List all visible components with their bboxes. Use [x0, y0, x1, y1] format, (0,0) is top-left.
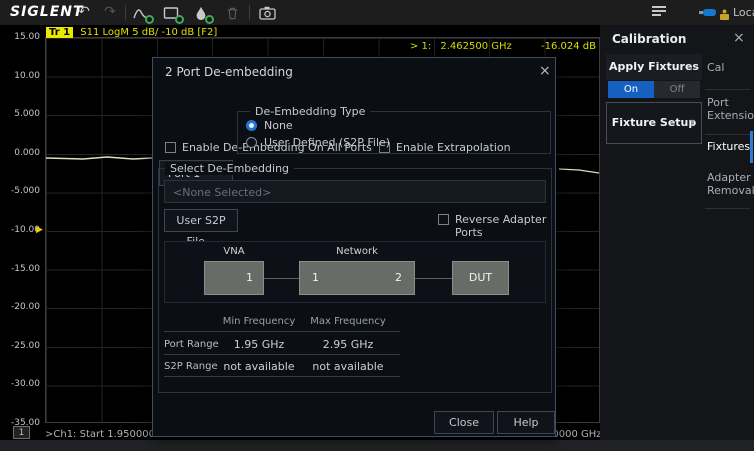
marker-drop-icon[interactable]: [190, 3, 212, 22]
sidebar-close-icon[interactable]: ×: [733, 30, 745, 46]
chevron-down-icon: ▾: [690, 103, 695, 143]
table-row-label: Port Range: [164, 339, 219, 350]
apply-fixtures-label: Apply Fixtures: [606, 54, 702, 80]
y-axis-label: -5.000: [2, 186, 40, 196]
type-user-defined-radio[interactable]: [246, 137, 257, 148]
system-menu-icon[interactable]: [652, 6, 666, 18]
network-port-2: 2: [395, 262, 402, 294]
table-cell: not available: [303, 360, 393, 373]
select-group-label: Select De-Embedding: [165, 162, 294, 175]
window-badge-icon: [175, 15, 184, 24]
y-axis-label: 15.00: [2, 32, 40, 42]
de-embedding-file-value: <None Selected>: [173, 186, 271, 199]
help-button[interactable]: Help: [497, 411, 555, 434]
table-line: [164, 354, 400, 355]
connector-wire: [264, 278, 299, 279]
trace-badge-icon: [145, 15, 154, 24]
de-embedding-type-group: De-Embedding Type None User Defined (S2P…: [237, 111, 551, 154]
rail-separator: [705, 89, 750, 90]
table-row-label: S2P Range: [164, 361, 218, 372]
toggle-on-button[interactable]: On: [608, 81, 654, 98]
y-axis-label: -30.00: [2, 379, 40, 389]
redo-icon: ↷: [99, 3, 121, 22]
y-axis-label: -15.00: [2, 264, 40, 274]
table-line: [164, 376, 400, 377]
active-tab-indicator: [750, 131, 753, 163]
network-label: Network: [299, 246, 415, 257]
table-header-min: Min Frequency: [214, 316, 304, 327]
y-axis-label: 5.000: [2, 109, 40, 119]
toolbar-separator: [249, 5, 250, 20]
screenshot-camera-icon[interactable]: [256, 3, 278, 22]
dialog-title: 2 Port De-embedding: [165, 65, 293, 79]
undo-icon[interactable]: ↶: [73, 3, 95, 22]
table-header-max: Max Frequency: [303, 316, 393, 327]
dut-box: DUT: [452, 261, 509, 295]
dialog-close-icon[interactable]: ×: [539, 63, 551, 79]
fixture-setup-dropdown[interactable]: Fixture Setup ▾: [606, 102, 702, 144]
trash-icon: [221, 3, 243, 22]
type-none-radio[interactable]: [246, 120, 257, 131]
table-line: [164, 331, 400, 332]
type-none-label: None: [264, 119, 293, 132]
reverse-adapter-ports-checkbox[interactable]: [438, 214, 449, 225]
de-embedding-diagram: VNA Network 1 1 2 DUT: [164, 241, 546, 303]
rail-separator: [705, 208, 750, 209]
vna-box: 1: [204, 261, 264, 295]
remote-keyboard-icon[interactable]: [719, 6, 730, 18]
table-cell: not available: [214, 360, 304, 373]
y-axis-label: 10.00: [2, 71, 40, 81]
trace-settings-icon[interactable]: [130, 3, 152, 22]
user-s2p-file-button[interactable]: User S2P File...: [164, 209, 238, 232]
connector-wire: [415, 278, 452, 279]
reference-level-marker-icon: ▶: [36, 225, 43, 235]
tab-cal[interactable]: Cal: [707, 61, 753, 74]
y-axis-label: -25.00: [2, 341, 40, 351]
enable-all-ports-checkbox[interactable]: [165, 142, 176, 153]
top-toolbar: SIGLENT ↶ ↷ Local: [0, 0, 754, 25]
type-user-defined-label: User Defined (S2P File): [264, 136, 390, 149]
toolbar-separator: [125, 5, 126, 20]
toggle-off-button[interactable]: Off: [654, 81, 700, 98]
apply-fixtures-toggle: On Off: [608, 81, 700, 98]
tab-port-extension[interactable]: Port Extension: [707, 96, 753, 122]
channel-badge[interactable]: 1: [13, 426, 30, 439]
y-axis-label: 0.000: [2, 148, 40, 158]
local-mode-label[interactable]: Local: [733, 6, 754, 19]
table-cell: 1.95 GHz: [214, 338, 304, 351]
vna-screen: SIGLENT ↶ ↷ Local: [0, 0, 754, 451]
tab-fixtures[interactable]: Fixtures: [707, 140, 753, 153]
type-group-label: De-Embedding Type: [250, 105, 370, 118]
sidebar-title: Calibration: [612, 32, 686, 46]
marker-badge-icon: [205, 15, 214, 24]
rail-separator: [705, 134, 750, 135]
reverse-adapter-ports-label: Reverse Adapter Ports: [455, 213, 555, 239]
vna-label: VNA: [204, 246, 264, 257]
close-button[interactable]: Close: [434, 411, 494, 434]
window-layout-icon[interactable]: [160, 3, 182, 22]
network-box: 1 2: [299, 261, 415, 295]
table-cell: 2.95 GHz: [303, 338, 393, 351]
bottom-strip: [0, 440, 754, 451]
de-embedding-file-field[interactable]: <None Selected>: [164, 180, 546, 203]
y-axis-label: -20.00: [2, 302, 40, 312]
fixture-setup-label: Fixture Setup: [612, 116, 697, 129]
y-axis-label: -10.00: [2, 225, 40, 235]
network-port-1: 1: [312, 262, 319, 294]
calibration-sidebar: Calibration × Apply Fixtures On Off Fixt…: [600, 25, 754, 440]
de-embedding-dialog: 2 Port De-embedding × Enable De-Embeddin…: [152, 57, 556, 437]
tab-adapter-removal[interactable]: Adapter Removal: [707, 171, 753, 197]
